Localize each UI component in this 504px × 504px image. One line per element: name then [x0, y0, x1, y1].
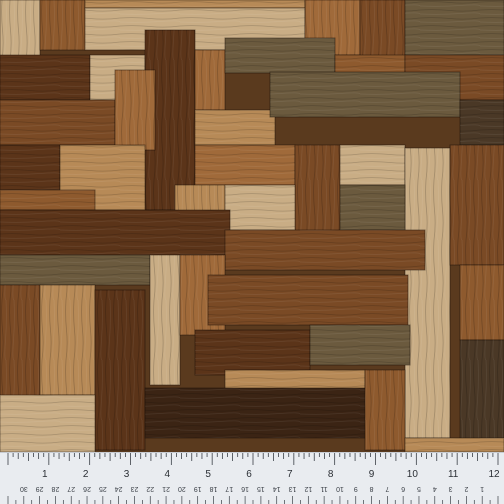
ruler-cm-label: 17: [225, 485, 233, 492]
ruler-cm-label: 7: [385, 485, 389, 492]
ruler-cm-label: 29: [36, 485, 44, 492]
wood-grain: [405, 438, 504, 452]
ruler-cm-label: 5: [417, 485, 421, 492]
ruler-cm-label: 20: [178, 485, 186, 492]
wood-grain: [0, 100, 115, 145]
ruler-inch-label: 8: [328, 469, 334, 480]
ruler-cm-label: 10: [336, 485, 344, 492]
ruler-cm-label: 25: [99, 485, 107, 492]
ruler-inch-label: 2: [83, 469, 89, 480]
ruler-inch-label: 11: [448, 469, 459, 480]
ruler-cm-label: 30: [20, 485, 28, 492]
wood-grain: [40, 0, 85, 50]
wood-grain: [0, 210, 230, 255]
wood-grain: [0, 255, 150, 285]
wood-grain: [225, 185, 295, 230]
ruler-cm-label: 19: [194, 485, 202, 492]
ruler-cm-label: 22: [146, 485, 154, 492]
wood-grain: [270, 72, 460, 117]
wood-grain: [340, 185, 405, 230]
ruler-inch-label: 9: [369, 469, 375, 480]
ruler-cm-label: 3: [449, 485, 453, 492]
wood-grain: [150, 255, 180, 385]
wood-grain: [450, 145, 504, 265]
wood-grain: [95, 290, 145, 450]
ruler-inch-label: 6: [246, 469, 252, 480]
wood-grain: [195, 330, 310, 375]
wood-grain: [225, 370, 365, 390]
wood-grain: [310, 325, 410, 365]
ruler-cm-label: 26: [83, 485, 91, 492]
wood-grain: [405, 148, 450, 438]
ruler-cm-label: 24: [115, 485, 123, 492]
ruler-inch-label: 10: [407, 469, 419, 480]
ruler-cm-label: 13: [289, 485, 297, 492]
ruler-cm-label: 8: [370, 485, 374, 492]
ruler-cm-label: 11: [320, 485, 327, 492]
wood-grain: [460, 340, 504, 450]
wood-grain: [208, 275, 408, 325]
ruler-cm-label: 14: [273, 485, 281, 492]
wood-grain: [460, 265, 504, 340]
wood-grain: [85, 0, 305, 8]
wood-grain: [225, 38, 335, 73]
ruler-inch-label: 3: [124, 469, 130, 480]
wood-grain: [0, 55, 90, 100]
wood-grain: [145, 388, 375, 438]
wood-grain: [340, 145, 405, 185]
ruler-cm-label: 18: [209, 485, 217, 492]
ruler-cm-label: 15: [257, 485, 265, 492]
ruler-cm-label: 6: [401, 485, 405, 492]
ruler-cm-label: 23: [130, 485, 138, 492]
wood-grain: [0, 145, 60, 190]
ruler-inch-label: 1: [42, 469, 48, 480]
ruler: 1 2 3 4 5 6 7 8 9 10 11 12 30 29 28 27 26 25 24 23 22 21 20 19 1…: [0, 452, 504, 504]
ruler-cm-label: 9: [354, 485, 358, 492]
ruler-cm-label: 28: [51, 485, 59, 492]
fabric-swatch: 1 2 3 4 5 6 7 8 9 10 11 12 30 29 28 27 26 25 24 23 22 21 20 19 1…: [0, 0, 504, 504]
ruler-cm-label: 12: [304, 485, 312, 492]
wood-grain: [460, 100, 504, 145]
ruler-inch-label: 12: [488, 469, 500, 480]
wood-grain: [0, 395, 95, 452]
ruler-inch-label: 5: [205, 469, 211, 480]
wood-grain: [195, 110, 275, 145]
wood-grain: [365, 370, 405, 450]
ruler-cm-label: 4: [433, 485, 437, 492]
ruler-cm-label: 21: [162, 485, 170, 492]
ruler-cm-label: 2: [464, 485, 468, 492]
ruler-cm-label: 1: [480, 485, 484, 492]
wood-grain: [195, 50, 225, 110]
ruler-inch-label: 7: [287, 469, 293, 480]
wood-grain: [225, 230, 425, 270]
wood-grain: [0, 190, 95, 210]
wood-grain: [405, 0, 504, 55]
ruler-cm-label: 16: [241, 485, 249, 492]
wood-grain: [195, 145, 295, 185]
ruler-cm-label: 27: [67, 485, 75, 492]
ruler-inch-label: 4: [165, 469, 171, 480]
wood-grain: [115, 70, 155, 150]
wood-grain: [40, 285, 95, 395]
wood-plank-pattern: [0, 0, 504, 452]
